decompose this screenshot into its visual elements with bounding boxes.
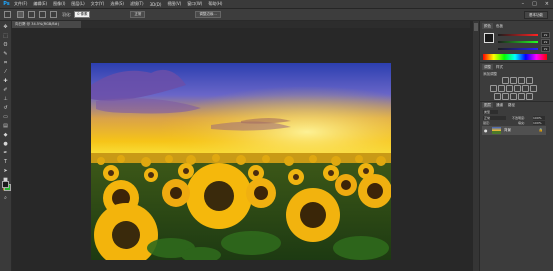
opacity-label: 不透明度:: [512, 116, 526, 120]
blue-slider[interactable]: [498, 48, 538, 50]
color-balance-icon[interactable]: [506, 85, 513, 92]
eraser-tool-icon[interactable]: ▭: [3, 114, 9, 120]
levels-icon[interactable]: [510, 77, 517, 84]
healing-brush-tool-icon[interactable]: ✚: [3, 78, 9, 84]
menu-view[interactable]: 视图(V): [167, 1, 181, 7]
tab-paths[interactable]: 路径: [506, 102, 517, 108]
menu-bar: Ps 文件(F) 编辑(E) 图像(I) 图层(L) 文字(Y) 选择(S) 滤…: [0, 0, 553, 9]
menu-3d[interactable]: 3D(D): [150, 2, 162, 7]
minimize-button[interactable]: –: [522, 1, 525, 7]
layer-thumbnail: [492, 127, 501, 134]
fill-value[interactable]: 100%: [533, 121, 545, 125]
tab-color[interactable]: 颜色: [482, 23, 493, 29]
green-slider[interactable]: [498, 41, 538, 43]
blue-value[interactable]: 29: [541, 46, 550, 52]
scrollbar-thumb[interactable]: [474, 23, 478, 31]
tab-layers[interactable]: 图层: [482, 102, 493, 108]
tools-panel: ✥⬚ʘ✎⌗⁄✚✐⊥↺▭▤◆●✒T➤■✋⌕: [0, 21, 12, 271]
document-tab[interactable]: 向日葵 @ 34.5%(RGB/8#): [12, 21, 81, 28]
sunflower-field-photo: [91, 63, 391, 260]
close-button[interactable]: ×: [545, 1, 549, 7]
new-selection-icon[interactable]: [17, 11, 24, 18]
options-bar: 羽化: 0 像素 正常 调整边缘... 基本功能: [0, 9, 553, 21]
selective-color-icon[interactable]: [526, 93, 533, 100]
workspace-select[interactable]: 基本功能: [524, 11, 548, 19]
marquee-preset-icon[interactable]: [4, 11, 11, 18]
layer-filter-select[interactable]: 类型: [483, 110, 498, 114]
layer-name[interactable]: 背景: [504, 127, 511, 134]
menu-filter[interactable]: 滤镜(T): [130, 1, 144, 7]
window-controls: – □ ×: [522, 0, 549, 8]
menu-window[interactable]: 窗口(W): [187, 1, 202, 7]
fill-label: 填充:: [518, 121, 526, 125]
channel-mixer-icon[interactable]: [530, 85, 537, 92]
foreground-color-swatch[interactable]: [2, 181, 9, 188]
canvas-image[interactable]: [91, 63, 391, 260]
threshold-icon[interactable]: [510, 93, 517, 100]
move-tool-icon[interactable]: ✥: [3, 24, 9, 30]
curves-icon[interactable]: [518, 77, 525, 84]
subtract-selection-icon[interactable]: [39, 11, 46, 18]
red-slider[interactable]: [498, 34, 538, 36]
visibility-eye-icon[interactable]: ●: [484, 128, 488, 133]
hue-saturation-icon[interactable]: [498, 85, 505, 92]
dodge-tool-icon[interactable]: ●: [3, 141, 9, 147]
workspace-scrollbar[interactable]: [473, 21, 479, 271]
right-panel-dock: 颜色 色板 29 29 29 调整 样式 添加调整 图层 通道 路径 类型 正常…: [480, 21, 553, 271]
lock-label: 锁定:: [483, 121, 491, 125]
eyedropper-tool-icon[interactable]: ⁄: [3, 69, 9, 75]
adjustments-title: 添加调整: [483, 72, 497, 76]
path-select-tool-icon[interactable]: ➤: [3, 168, 9, 174]
feather-input[interactable]: 0 像素: [74, 11, 91, 18]
refine-edge-button[interactable]: 调整边缘...: [195, 11, 221, 18]
intersect-selection-icon[interactable]: [50, 11, 57, 18]
crop-tool-icon[interactable]: ⌗: [3, 60, 9, 66]
green-value[interactable]: 29: [541, 39, 550, 45]
style-select[interactable]: 正常: [130, 11, 146, 18]
feather-label: 羽化:: [62, 11, 72, 17]
vibrance-icon[interactable]: [490, 85, 497, 92]
marquee-tool-icon[interactable]: ⬚: [3, 33, 9, 39]
tab-channels[interactable]: 通道: [494, 102, 505, 108]
tab-styles[interactable]: 样式: [494, 64, 505, 70]
brightness-icon[interactable]: [502, 77, 509, 84]
add-selection-icon[interactable]: [28, 11, 35, 18]
color-spectrum[interactable]: [483, 54, 547, 60]
photoshop-logo: Ps: [3, 0, 10, 7]
posterize-icon[interactable]: [502, 93, 509, 100]
clone-stamp-tool-icon[interactable]: ⊥: [3, 96, 9, 102]
pen-tool-icon[interactable]: ✒: [3, 150, 9, 156]
opacity-value[interactable]: 100%: [533, 116, 545, 120]
invert-icon[interactable]: [494, 93, 501, 100]
black-white-icon[interactable]: [514, 85, 521, 92]
history-brush-tool-icon[interactable]: ↺: [3, 105, 9, 111]
divider: [480, 62, 553, 63]
color-fg-swatch[interactable]: [484, 33, 494, 43]
menu-file[interactable]: 文件(F): [14, 1, 27, 7]
blur-tool-icon[interactable]: ◆: [3, 132, 9, 138]
gradient-map-icon[interactable]: [518, 93, 525, 100]
lasso-tool-icon[interactable]: ʘ: [3, 42, 9, 48]
tab-swatches[interactable]: 色板: [494, 23, 505, 29]
type-tool-icon[interactable]: T: [3, 159, 9, 165]
menu-type[interactable]: 文字(Y): [91, 1, 105, 7]
menu-help[interactable]: 帮助(H): [208, 1, 222, 7]
restore-button[interactable]: □: [532, 1, 537, 7]
exposure-icon[interactable]: [526, 77, 533, 84]
menu-select[interactable]: 选择(S): [110, 1, 124, 7]
brush-tool-icon[interactable]: ✐: [3, 87, 9, 93]
blend-mode-select[interactable]: 正常: [483, 116, 506, 120]
photo-filter-icon[interactable]: [522, 85, 529, 92]
menu-layer[interactable]: 图层(L): [71, 1, 84, 7]
quick-select-tool-icon[interactable]: ✎: [3, 51, 9, 57]
layer-row-background[interactable]: ● 背景 🔒: [482, 126, 546, 135]
gradient-tool-icon[interactable]: ▤: [3, 123, 9, 129]
tab-adjustments[interactable]: 调整: [482, 64, 493, 70]
menu-image[interactable]: 图像(I): [53, 1, 65, 7]
red-value[interactable]: 29: [541, 32, 550, 38]
layer-lock-icon: 🔒: [538, 128, 543, 132]
menu-edit[interactable]: 编辑(E): [33, 1, 47, 7]
zoom-tool-icon[interactable]: ⌕: [3, 195, 9, 201]
